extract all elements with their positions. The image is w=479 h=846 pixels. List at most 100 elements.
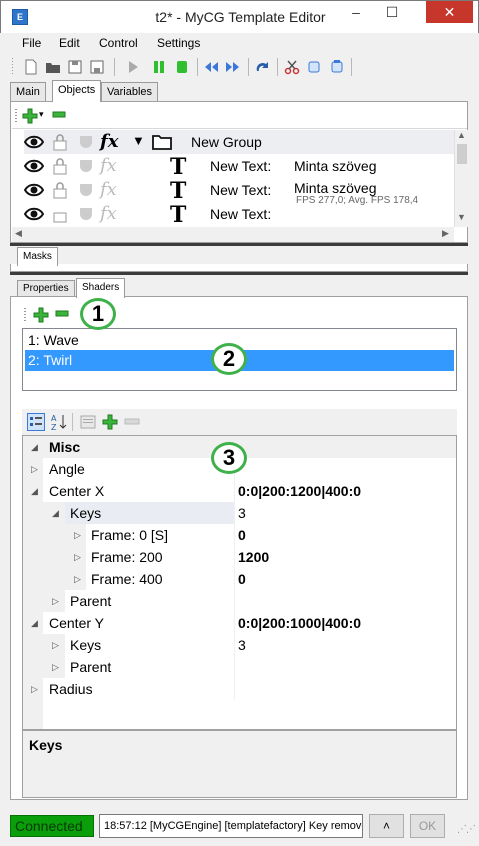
property-pages-icon[interactable] bbox=[80, 414, 96, 430]
remove-shader-icon[interactable] bbox=[55, 309, 69, 319]
property-value[interactable]: 0 bbox=[234, 524, 456, 546]
minimize-button[interactable]: – bbox=[341, 1, 371, 23]
lock-icon[interactable] bbox=[51, 205, 69, 223]
menu-file[interactable]: File bbox=[22, 36, 41, 50]
new-file-icon[interactable] bbox=[23, 59, 39, 75]
property-row[interactable]: ▷ Parent bbox=[23, 656, 456, 678]
collapse-triangle-icon[interactable]: ◢ bbox=[31, 612, 41, 634]
menu-edit[interactable]: Edit bbox=[59, 36, 80, 50]
property-value[interactable] bbox=[234, 458, 456, 480]
property-value[interactable]: 0:0|200:1000|400:0 bbox=[234, 612, 456, 634]
open-folder-icon[interactable] bbox=[45, 59, 61, 75]
redo-icon[interactable] bbox=[254, 59, 270, 75]
list-item[interactable]: fx T New Text: Minta szöveg bbox=[24, 154, 454, 180]
lock-icon[interactable] bbox=[51, 157, 69, 175]
copy-icon[interactable] bbox=[307, 59, 323, 75]
property-value[interactable]: 0:0|200:1200|400:0 bbox=[234, 480, 456, 502]
scroll-down-icon[interactable]: ▼ bbox=[457, 212, 466, 222]
collapse-triangle-icon[interactable]: ◢ bbox=[52, 502, 62, 524]
alphabetical-sort-icon[interactable]: AZ bbox=[50, 413, 68, 431]
property-row[interactable]: ▷ Keys 3 bbox=[23, 634, 456, 656]
property-value[interactable] bbox=[234, 678, 456, 700]
eye-icon[interactable] bbox=[24, 133, 44, 151]
menu-settings[interactable]: Settings bbox=[157, 36, 200, 50]
scroll-right-icon[interactable]: ▶ bbox=[442, 228, 449, 239]
categorized-view-icon[interactable] bbox=[27, 413, 45, 431]
objects-horizontal-scrollbar[interactable]: ◀ ▶ bbox=[12, 227, 454, 242]
fx-icon[interactable]: fx bbox=[100, 155, 117, 176]
toolbar-grip[interactable] bbox=[24, 308, 26, 322]
tab-variables[interactable]: Variables bbox=[101, 82, 159, 102]
toolbar-grip[interactable] bbox=[15, 109, 17, 123]
property-value[interactable]: 3 bbox=[234, 502, 456, 524]
tab-objects[interactable]: Objects bbox=[52, 80, 102, 102]
ok-button[interactable]: OK bbox=[410, 814, 445, 838]
scroll-up-icon[interactable]: ▲ bbox=[457, 130, 466, 140]
expand-triangle-icon[interactable]: ▼ bbox=[132, 133, 145, 148]
expand-log-button[interactable]: ˄ bbox=[369, 814, 404, 838]
property-row[interactable]: ◢ Keys 3 bbox=[23, 502, 456, 524]
expand-triangle-icon[interactable]: ▷ bbox=[31, 678, 41, 700]
expand-triangle-icon[interactable]: ▷ bbox=[52, 634, 62, 656]
mask-icon[interactable] bbox=[77, 133, 95, 151]
close-button[interactable]: ✕ bbox=[426, 1, 473, 23]
eye-icon[interactable] bbox=[24, 157, 44, 175]
resize-grip-icon[interactable]: ⋰⋰ bbox=[457, 824, 476, 835]
tab-main[interactable]: Main bbox=[10, 82, 46, 102]
mask-icon[interactable] bbox=[77, 205, 95, 223]
list-item[interactable]: fx T New Text: Minta szöveg FPS 277,0; A… bbox=[24, 178, 454, 206]
add-dropdown-arrow-icon[interactable]: ▾ bbox=[39, 109, 44, 120]
play-icon[interactable] bbox=[125, 59, 141, 75]
lock-icon[interactable] bbox=[51, 133, 69, 151]
property-value[interactable] bbox=[234, 656, 456, 678]
fx-icon[interactable]: fx bbox=[100, 179, 117, 200]
expand-triangle-icon[interactable]: ▷ bbox=[74, 546, 84, 568]
fx-icon[interactable]: fx bbox=[100, 131, 118, 152]
list-item[interactable]: fx T New Text: bbox=[24, 202, 454, 227]
tab-masks[interactable]: Masks bbox=[17, 247, 58, 266]
property-value[interactable] bbox=[234, 590, 456, 612]
mask-icon[interactable] bbox=[77, 181, 95, 199]
eye-icon[interactable] bbox=[24, 205, 44, 223]
property-row[interactable]: ▷ Parent bbox=[23, 590, 456, 612]
expand-triangle-icon[interactable]: ▷ bbox=[52, 656, 62, 678]
expand-triangle-icon[interactable]: ▷ bbox=[74, 524, 84, 546]
objects-vertical-scrollbar[interactable]: ▲ ▼ bbox=[454, 130, 468, 227]
property-value[interactable]: 1200 bbox=[234, 546, 456, 568]
save-as-icon[interactable] bbox=[89, 59, 105, 75]
pause-icon[interactable] bbox=[151, 59, 167, 75]
remove-object-icon[interactable] bbox=[52, 110, 66, 120]
expand-triangle-icon[interactable]: ▷ bbox=[31, 458, 41, 480]
lock-icon[interactable] bbox=[51, 181, 69, 199]
fast-forward-icon[interactable] bbox=[225, 59, 241, 75]
mask-icon[interactable] bbox=[77, 157, 95, 175]
property-row[interactable]: ▷ Frame: 0 [S] 0 bbox=[23, 524, 456, 546]
scrollbar-thumb[interactable] bbox=[457, 144, 467, 164]
property-row[interactable]: ▷ Frame: 400 0 bbox=[23, 568, 456, 590]
property-row[interactable]: ◢ Center Y 0:0|200:1000|400:0 bbox=[23, 612, 456, 634]
expand-triangle-icon[interactable]: ▷ bbox=[74, 568, 84, 590]
toolbar-grip[interactable] bbox=[12, 58, 13, 76]
property-value[interactable]: 3 bbox=[234, 634, 456, 656]
maximize-button[interactable]: ☐ bbox=[377, 1, 407, 23]
fx-icon[interactable]: fx bbox=[100, 203, 117, 224]
cut-icon[interactable] bbox=[284, 59, 300, 75]
add-shader-icon[interactable] bbox=[33, 307, 49, 323]
property-row[interactable]: ▷ Frame: 200 1200 bbox=[23, 546, 456, 568]
tab-shaders[interactable]: Shaders bbox=[76, 278, 126, 298]
scroll-left-icon[interactable]: ◀ bbox=[15, 228, 22, 239]
property-row[interactable]: ◢ Center X 0:0|200:1200|400:0 bbox=[23, 480, 456, 502]
add-object-icon[interactable] bbox=[22, 108, 38, 124]
splitter[interactable] bbox=[10, 243, 468, 246]
paste-icon[interactable] bbox=[329, 59, 345, 75]
menu-control[interactable]: Control bbox=[99, 36, 138, 50]
rewind-icon[interactable] bbox=[203, 59, 219, 75]
collapse-triangle-icon[interactable]: ◢ bbox=[31, 436, 41, 458]
splitter[interactable] bbox=[10, 272, 468, 275]
add-key-icon[interactable] bbox=[102, 414, 118, 430]
collapse-triangle-icon[interactable]: ◢ bbox=[31, 480, 41, 502]
property-value[interactable]: 0 bbox=[234, 568, 456, 590]
expand-triangle-icon[interactable]: ▷ bbox=[52, 590, 62, 612]
property-row[interactable]: ▷ Radius bbox=[23, 678, 456, 700]
list-item[interactable]: fx ▼ New Group bbox=[24, 130, 454, 154]
